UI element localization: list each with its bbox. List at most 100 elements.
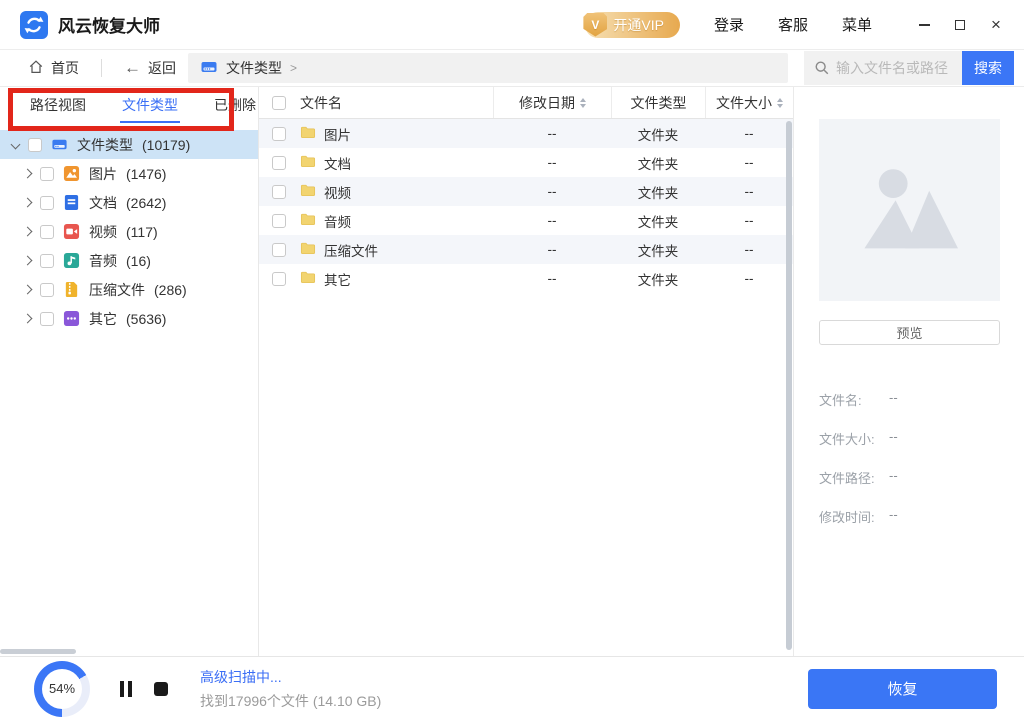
tab-deleted[interactable]: 已删除 bbox=[212, 95, 258, 123]
tree-item-images[interactable]: 图片 (1476) bbox=[0, 159, 258, 188]
minimize-button[interactable] bbox=[910, 11, 938, 39]
file-size: -- bbox=[705, 213, 793, 228]
file-size: -- bbox=[705, 271, 793, 286]
vertical-scrollbar[interactable] bbox=[786, 121, 792, 650]
tab-file-type[interactable]: 文件类型 bbox=[120, 95, 180, 123]
tree-checkbox[interactable] bbox=[40, 283, 54, 297]
file-name: 音频 bbox=[324, 211, 351, 231]
tree-item-videos[interactable]: 视频 (117) bbox=[0, 217, 258, 246]
table-row-documents[interactable]: 文档 -- 文件夹 -- bbox=[259, 148, 793, 177]
sidebar-tabs: 路径视图 文件类型 已删除 bbox=[0, 87, 258, 130]
table-row-images[interactable]: 图片 -- 文件夹 -- bbox=[259, 119, 793, 148]
tree-item-other[interactable]: 其它 (5636) bbox=[0, 304, 258, 333]
folder-icon bbox=[300, 211, 316, 230]
search-button[interactable]: 搜索 bbox=[962, 51, 1014, 85]
other-icon bbox=[63, 310, 80, 327]
menu-button[interactable]: 菜单 bbox=[842, 14, 872, 35]
row-checkbox[interactable] bbox=[272, 127, 286, 141]
tree-checkbox[interactable] bbox=[40, 254, 54, 268]
tab-path-view[interactable]: 路径视图 bbox=[28, 95, 88, 123]
maximize-button[interactable] bbox=[946, 11, 974, 39]
table-row-audio[interactable]: 音频 -- 文件夹 -- bbox=[259, 206, 793, 235]
file-info-value: -- bbox=[889, 507, 898, 526]
drive-icon bbox=[200, 58, 218, 79]
tree-item-documents[interactable]: 文档 (2642) bbox=[0, 188, 258, 217]
tree-item-audio[interactable]: 音频 (16) bbox=[0, 246, 258, 275]
archive-icon bbox=[63, 281, 80, 298]
tree-checkbox[interactable] bbox=[40, 196, 54, 210]
chevron-down-icon[interactable] bbox=[11, 140, 21, 150]
search-input[interactable] bbox=[836, 60, 962, 76]
close-button[interactable]: × bbox=[982, 11, 1010, 39]
file-info-value: -- bbox=[889, 429, 898, 448]
file-type-tree: 文件类型 (10179) 图片 (1476) bbox=[0, 130, 258, 333]
table-row-archives[interactable]: 压缩文件 -- 文件夹 -- bbox=[259, 235, 793, 264]
chevron-right-icon[interactable] bbox=[23, 285, 33, 295]
tree-checkbox[interactable] bbox=[40, 167, 54, 181]
toolbar-divider bbox=[101, 59, 102, 77]
row-checkbox[interactable] bbox=[272, 185, 286, 199]
file-info-value: -- bbox=[889, 390, 898, 409]
chevron-right-icon[interactable] bbox=[23, 256, 33, 266]
app-window: 风云恢复大师 V 开通VIP 登录 客服 菜单 × 首 bbox=[0, 0, 1024, 720]
tree-item-archives[interactable]: 压缩文件 (286) bbox=[0, 275, 258, 304]
column-header-type[interactable]: 文件类型 bbox=[611, 87, 705, 118]
back-button[interactable]: ← 返回 bbox=[124, 58, 176, 78]
file-info-row: 文件大小: -- bbox=[819, 429, 999, 448]
tree-checkbox[interactable] bbox=[40, 225, 54, 239]
table-row-other[interactable]: 其它 -- 文件夹 -- bbox=[259, 264, 793, 293]
tree-checkbox[interactable] bbox=[40, 312, 54, 326]
column-header-date[interactable]: 修改日期 bbox=[493, 87, 611, 118]
horizontal-scrollbar[interactable] bbox=[0, 649, 76, 654]
file-size: -- bbox=[705, 155, 793, 170]
table-row-videos[interactable]: 视频 -- 文件夹 -- bbox=[259, 177, 793, 206]
preview-placeholder bbox=[819, 119, 1000, 301]
scan-status-title: 高级扫描中... bbox=[200, 667, 381, 687]
stop-scan-button[interactable] bbox=[150, 678, 172, 700]
pause-scan-button[interactable] bbox=[116, 677, 136, 701]
tree-item-label: 文档 bbox=[89, 193, 117, 213]
video-icon bbox=[63, 223, 80, 240]
sort-icon[interactable] bbox=[580, 98, 586, 108]
file-name: 压缩文件 bbox=[324, 240, 378, 260]
file-info: 文件名: -- 文件大小: -- 文件路径: -- 修改时间: -- bbox=[819, 390, 999, 526]
row-checkbox[interactable] bbox=[272, 243, 286, 257]
breadcrumb-item[interactable]: 文件类型 bbox=[226, 58, 282, 78]
login-button[interactable]: 登录 bbox=[714, 14, 744, 35]
tree-item-label: 压缩文件 bbox=[89, 280, 145, 300]
main-content: 路径视图 文件类型 已删除 文件类型 bbox=[0, 87, 1024, 656]
folder-icon bbox=[300, 182, 316, 201]
chevron-right-icon[interactable] bbox=[23, 169, 33, 179]
column-header-label: 修改日期 bbox=[519, 93, 575, 113]
support-button[interactable]: 客服 bbox=[778, 14, 808, 35]
file-size: -- bbox=[705, 184, 793, 199]
recover-button[interactable]: 恢复 bbox=[808, 669, 997, 709]
file-info-label: 文件路径: bbox=[819, 468, 889, 487]
column-header-filename[interactable]: 文件名 bbox=[300, 87, 493, 118]
file-type: 文件夹 bbox=[611, 211, 705, 231]
preview-panel: 预览 文件名: -- 文件大小: -- 文件路径: -- 修改时间: -- bbox=[793, 87, 1024, 656]
folder-icon bbox=[300, 240, 316, 259]
back-arrow-icon: ← bbox=[124, 58, 141, 78]
chevron-right-icon[interactable] bbox=[23, 227, 33, 237]
breadcrumb[interactable]: 文件类型 > bbox=[188, 53, 788, 83]
file-info-row: 文件路径: -- bbox=[819, 468, 999, 487]
vip-button[interactable]: V 开通VIP bbox=[585, 12, 680, 38]
row-checkbox[interactable] bbox=[272, 156, 286, 170]
audio-icon bbox=[63, 252, 80, 269]
home-button[interactable]: 首页 bbox=[28, 58, 79, 78]
select-all-checkbox[interactable] bbox=[272, 96, 286, 110]
tree-checkbox[interactable] bbox=[28, 138, 42, 152]
sort-icon[interactable] bbox=[777, 98, 783, 108]
row-checkbox[interactable] bbox=[272, 214, 286, 228]
column-header-size[interactable]: 文件大小 bbox=[705, 87, 793, 118]
stop-icon bbox=[154, 682, 168, 696]
row-checkbox[interactable] bbox=[272, 272, 286, 286]
tree-item-file-type-root[interactable]: 文件类型 (10179) bbox=[0, 130, 258, 159]
preview-button[interactable]: 预览 bbox=[819, 320, 1000, 345]
sidebar: 路径视图 文件类型 已删除 文件类型 bbox=[0, 87, 259, 656]
breadcrumb-separator: > bbox=[290, 61, 297, 75]
chevron-right-icon[interactable] bbox=[23, 198, 33, 208]
file-date: -- bbox=[493, 271, 611, 286]
chevron-right-icon[interactable] bbox=[23, 314, 33, 324]
